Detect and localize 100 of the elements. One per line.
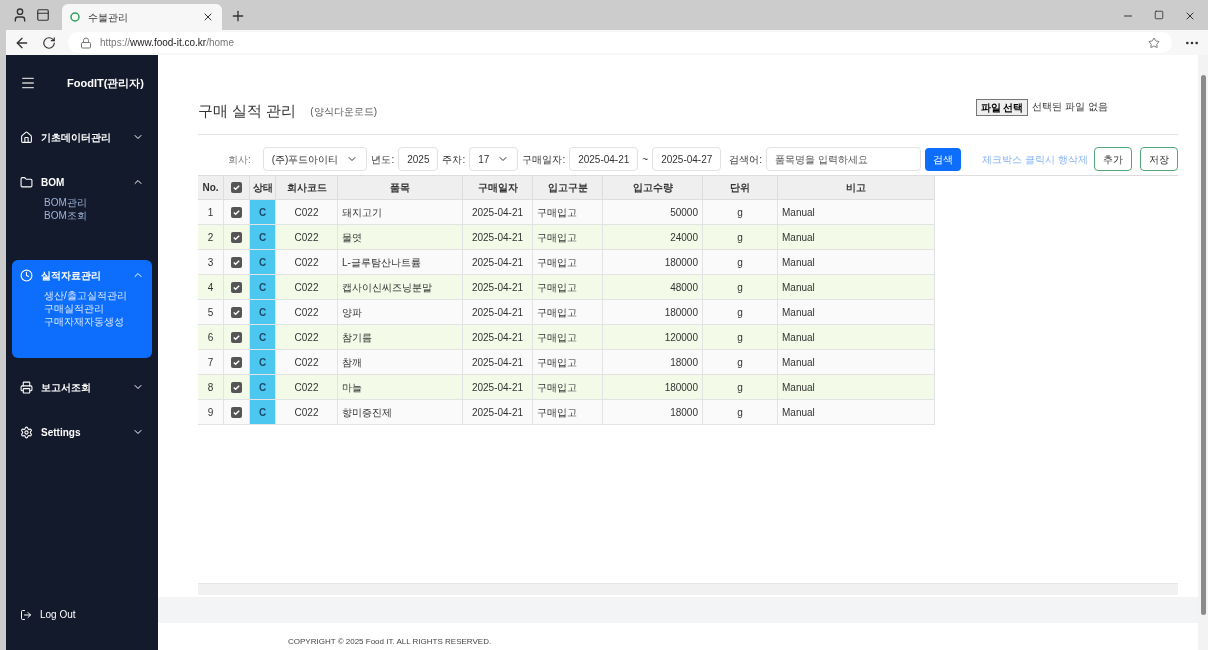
column-header[interactable]: 상태 bbox=[250, 176, 276, 199]
column-header[interactable]: No. bbox=[198, 176, 224, 199]
status-cell: C bbox=[250, 250, 276, 274]
table-cell: g bbox=[703, 400, 778, 424]
menu-item[interactable]: Settings bbox=[20, 424, 144, 440]
column-header[interactable]: 구매일자 bbox=[463, 176, 533, 199]
date-from-field[interactable]: 2025-04-21 bbox=[569, 147, 639, 171]
table-cell: g bbox=[703, 275, 778, 299]
table-cell: Manual bbox=[778, 225, 935, 249]
table-cell: Manual bbox=[778, 300, 935, 324]
status-cell: C bbox=[250, 375, 276, 399]
address-bar[interactable]: https://www.food-it.co.kr/home bbox=[68, 32, 1172, 53]
submenu-item[interactable]: 구매실적관리 bbox=[44, 301, 144, 315]
horizontal-scrollbar[interactable] bbox=[198, 583, 1178, 595]
file-select-button[interactable]: 파일 선택 bbox=[975, 99, 1029, 116]
week-select[interactable]: 17 bbox=[469, 147, 519, 171]
close-window-icon[interactable] bbox=[1184, 10, 1196, 22]
submenu-item[interactable]: BOM조회 bbox=[44, 208, 144, 222]
new-tab-icon[interactable] bbox=[230, 8, 246, 24]
column-header[interactable]: 회사코드 bbox=[276, 176, 338, 199]
column-header[interactable]: 입고구분 bbox=[533, 176, 603, 199]
logout-link[interactable]: Log Out bbox=[12, 607, 152, 622]
checkbox[interactable] bbox=[231, 406, 242, 418]
table-cell: Manual bbox=[778, 375, 935, 399]
table-cell: 2025-04-21 bbox=[463, 275, 533, 299]
search-button[interactable]: 검색 bbox=[925, 147, 962, 171]
menu-item-icon bbox=[20, 130, 33, 144]
table-cell: 구매입고 bbox=[533, 200, 603, 224]
table-cell: 5 bbox=[198, 300, 224, 324]
table-cell: 양파 bbox=[338, 300, 463, 324]
table-cell: 구매입고 bbox=[533, 300, 603, 324]
checkbox[interactable] bbox=[231, 356, 242, 368]
table-cell: 120000 bbox=[603, 325, 703, 349]
table-cell: 캡사이신씨즈닝분말 bbox=[338, 275, 463, 299]
table-cell: C022 bbox=[276, 250, 338, 274]
table-cell: 18000 bbox=[603, 350, 703, 374]
table-cell: 구매입고 bbox=[533, 400, 603, 424]
table-cell: g bbox=[703, 200, 778, 224]
submenu-item[interactable]: 구매자재자동생성 bbox=[44, 314, 144, 328]
table-cell: 2025-04-21 bbox=[463, 375, 533, 399]
close-tab-icon[interactable] bbox=[202, 11, 214, 23]
add-button[interactable]: 추가 bbox=[1094, 147, 1132, 171]
menu-item[interactable]: BOM bbox=[20, 174, 144, 190]
submenu-item[interactable]: 생산/출고실적관리 bbox=[44, 288, 144, 302]
menu-item-icon bbox=[20, 268, 33, 282]
column-header[interactable]: 품목 bbox=[338, 176, 463, 199]
checkbox[interactable] bbox=[231, 281, 242, 293]
url-text: https://www.food-it.co.kr/home bbox=[100, 36, 234, 50]
menu-item-icon bbox=[20, 425, 33, 439]
favorite-icon[interactable] bbox=[1148, 36, 1160, 49]
table-cell: 2025-04-21 bbox=[463, 200, 533, 224]
table-cell: 구매입고 bbox=[533, 275, 603, 299]
table-cell: 구매입고 bbox=[533, 250, 603, 274]
menu-item[interactable]: 실적자료관리 bbox=[20, 267, 144, 283]
lock-icon bbox=[80, 36, 92, 49]
table-cell: C022 bbox=[276, 350, 338, 374]
submenu-item[interactable]: BOM관리 bbox=[44, 195, 144, 209]
menu-item[interactable]: 보고서조회 bbox=[20, 379, 144, 395]
search-field[interactable]: 품목명을 입력하세요 bbox=[766, 147, 922, 171]
status-cell: C bbox=[250, 325, 276, 349]
table-cell: 2 bbox=[198, 225, 224, 249]
table-cell: 180000 bbox=[603, 375, 703, 399]
maximize-icon[interactable] bbox=[1154, 10, 1164, 20]
table-cell: 2025-04-21 bbox=[463, 300, 533, 324]
table-cell: 구매입고 bbox=[533, 350, 603, 374]
table-cell: C022 bbox=[276, 200, 338, 224]
table-cell: 구매입고 bbox=[533, 375, 603, 399]
checkbox[interactable] bbox=[231, 231, 242, 243]
menu-item-icon bbox=[20, 175, 33, 189]
table-cell: 참기름 bbox=[338, 325, 463, 349]
reload-icon[interactable] bbox=[42, 35, 56, 50]
date-to-field[interactable]: 2025-04-27 bbox=[652, 147, 722, 171]
save-button[interactable]: 저장 bbox=[1140, 147, 1178, 171]
file-status-text: 선택된 파일 없음 bbox=[1032, 100, 1108, 114]
template-download-link[interactable]: (양식다운로드) bbox=[310, 104, 377, 119]
column-header[interactable]: 단위 bbox=[703, 176, 778, 199]
year-field[interactable]: 2025 bbox=[398, 147, 439, 171]
column-header[interactable]: 비고 bbox=[778, 176, 935, 199]
table-cell: 18000 bbox=[603, 400, 703, 424]
table-cell: 마늘 bbox=[338, 375, 463, 399]
week-label: 주차: bbox=[442, 152, 466, 167]
table-cell: Manual bbox=[778, 350, 935, 374]
checkbox[interactable] bbox=[231, 306, 242, 318]
checkbox[interactable] bbox=[231, 381, 242, 393]
company-select[interactable]: (주)푸드아이티 bbox=[262, 147, 368, 171]
menu-item[interactable]: 기초데이터관리 bbox=[20, 129, 144, 145]
browser-tab[interactable]: 수불관리 bbox=[62, 4, 222, 30]
table-cell: 2025-04-21 bbox=[463, 225, 533, 249]
checkbox[interactable] bbox=[231, 256, 242, 268]
checkbox[interactable] bbox=[231, 331, 242, 343]
table-cell: 4 bbox=[198, 275, 224, 299]
profile-icon[interactable] bbox=[12, 7, 28, 23]
table-cell: Manual bbox=[778, 275, 935, 299]
column-header[interactable]: 입고수량 bbox=[603, 176, 703, 199]
tab-actions-icon[interactable] bbox=[36, 8, 50, 22]
checkbox[interactable] bbox=[231, 206, 242, 218]
checkbox[interactable] bbox=[231, 182, 242, 193]
table-cell: 물엿 bbox=[338, 225, 463, 249]
table-cell: C022 bbox=[276, 325, 338, 349]
table-cell: 구매입고 bbox=[533, 325, 603, 349]
